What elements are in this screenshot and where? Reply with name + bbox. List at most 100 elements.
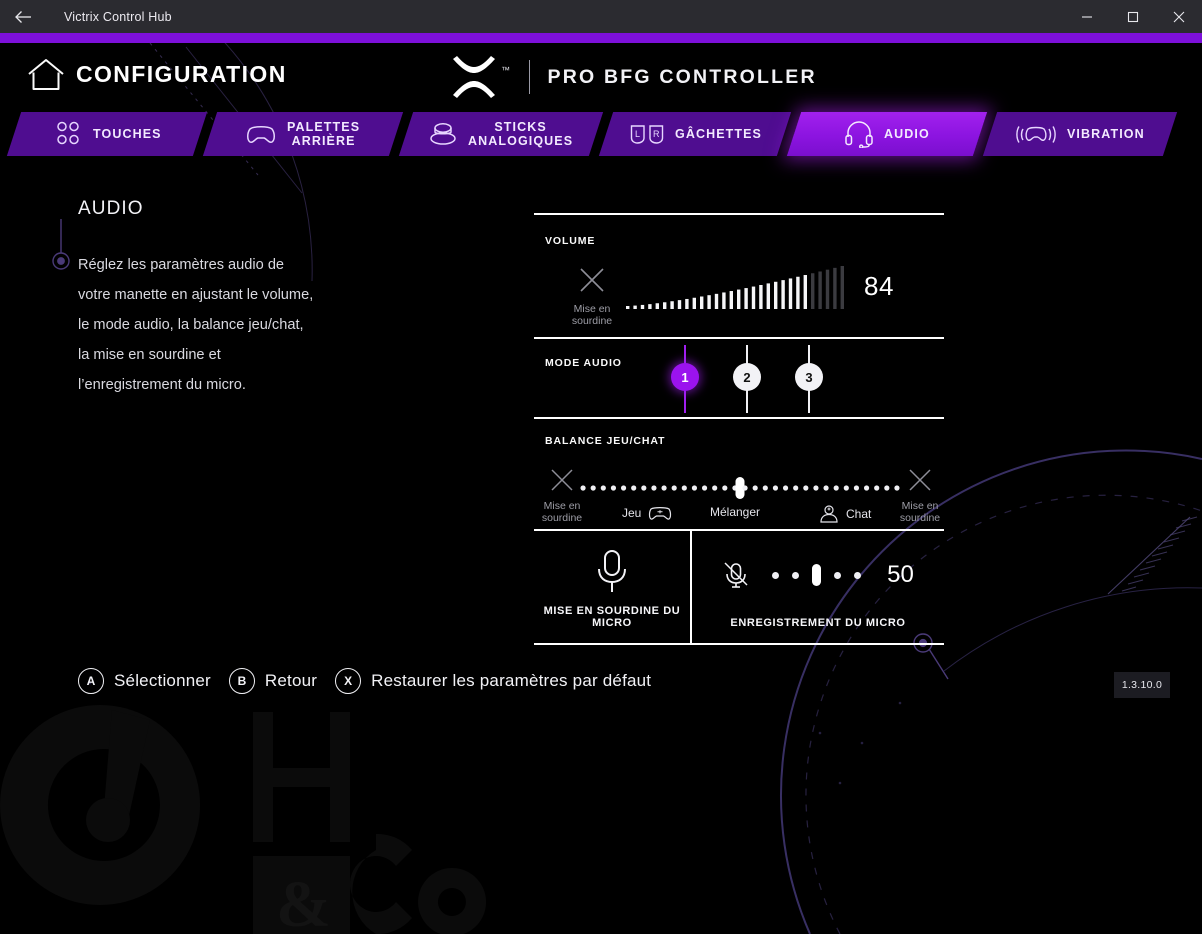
- balance-dot: [874, 485, 880, 491]
- tab-gachettes-label: GÂCHETTES: [674, 127, 762, 141]
- audio-mode-option-3[interactable]: 3: [788, 345, 830, 413]
- balance-dot: [631, 485, 637, 491]
- audio-mode-option-2-label: 2: [733, 363, 761, 391]
- minimize-icon[interactable]: [1064, 0, 1110, 33]
- mic-mute-caption: MISE EN SOURDINE DU MICRO: [543, 605, 681, 629]
- balance-dot: [701, 485, 708, 491]
- mute-x-icon: [580, 268, 604, 292]
- audio-settings-panel: VOLUME Mise ensourdine 84 MODE AUDIO 1: [534, 213, 944, 645]
- mic-record-caption: ENREGISTREMENT DU MICRO: [730, 617, 906, 629]
- tab-audio[interactable]: AUDIO: [786, 112, 988, 156]
- volume-bar: [633, 305, 637, 309]
- audio-mode-option-2[interactable]: 2: [726, 345, 768, 413]
- volume-bar: [685, 298, 689, 309]
- mic-record-dot: [854, 571, 862, 579]
- volume-bar: [729, 291, 733, 309]
- balance-dot: [813, 485, 819, 491]
- button-b-icon: B: [228, 668, 255, 694]
- volume-bar: [655, 303, 659, 309]
- volume-bar: [737, 289, 741, 309]
- analog-stick-icon: [428, 121, 458, 147]
- volume-bar: [796, 276, 800, 309]
- volume-bar: [774, 281, 778, 309]
- tab-sticks-analogiques[interactable]: STICKS ANALOGIQUES: [398, 112, 604, 156]
- audio-mode-option-1[interactable]: 1: [664, 345, 706, 413]
- accent-bar: [0, 33, 1202, 43]
- balance-dot: [600, 485, 606, 491]
- balance-slider[interactable]: [578, 477, 902, 499]
- volume-bar: [714, 293, 719, 309]
- balance-dot: [772, 485, 779, 491]
- volume-bar: [707, 295, 711, 309]
- volume-section: VOLUME Mise en sourdine 84: [534, 215, 944, 337]
- balance-dot: [803, 485, 809, 491]
- hint-select[interactable]: A Sélectionner: [78, 668, 211, 694]
- button-x-icon: X: [335, 668, 362, 694]
- balance-dot: [641, 485, 647, 491]
- tab-touches[interactable]: TOUCHES: [6, 112, 208, 156]
- mic-record-slider[interactable]: [772, 564, 862, 586]
- balance-dot: [884, 485, 890, 491]
- balance-dot: [651, 485, 657, 491]
- tab-vibration[interactable]: VIBRATION: [982, 112, 1178, 156]
- mic-record-dot: [792, 571, 800, 579]
- maximize-icon[interactable]: [1110, 0, 1156, 33]
- balance-dot: [620, 485, 627, 491]
- hint-back[interactable]: B Retour: [228, 668, 317, 694]
- svg-text:R: R: [653, 129, 660, 139]
- app-window: & Victrix Control Hub CONFIGURATION ™ PR…: [0, 0, 1202, 934]
- balance-dot: [580, 485, 586, 491]
- balance-dot: [712, 485, 718, 491]
- home-icon[interactable]: [26, 57, 66, 98]
- volume-bar: [640, 304, 645, 309]
- description-heading: AUDIO: [78, 198, 144, 219]
- volume-bar: [833, 267, 837, 309]
- volume-bar: [825, 269, 830, 309]
- balance-dot: [661, 485, 667, 491]
- audio-mode-options: 1 2 3: [664, 345, 854, 413]
- volume-bar: [677, 300, 682, 309]
- page-header: CONFIGURATION ™ PRO BFG CONTROLLER: [0, 43, 1202, 111]
- mic-record-control[interactable]: 50 ENREGISTREMENT DU MICRO: [690, 531, 944, 643]
- tab-gachettes[interactable]: L R GÂCHETTES: [598, 112, 792, 156]
- watermark-logo: &: [0, 705, 487, 934]
- balance-dot: [823, 485, 829, 491]
- balance-dot: [762, 485, 768, 491]
- volume-bar: [626, 306, 630, 309]
- mute-x-icon: [551, 469, 573, 491]
- vibration-controller-icon: [1015, 122, 1057, 146]
- balance-dot: [742, 485, 748, 491]
- balance-dot: [863, 485, 870, 491]
- balance-dot: [853, 485, 860, 491]
- balance-dot: [782, 485, 789, 491]
- volume-bar: [751, 286, 756, 309]
- svg-text:&: &: [276, 868, 331, 934]
- mic-record-row: 50: [692, 561, 944, 589]
- microphone-muted-icon: [724, 562, 748, 588]
- balance-dot: [833, 485, 839, 491]
- mic-mute-button[interactable]: MISE EN SOURDINE DU MICRO: [534, 531, 690, 643]
- gamepad-icon: [649, 507, 672, 520]
- audio-mode-section: MODE AUDIO 1 2 3: [534, 339, 944, 417]
- volume-mute-label: Mise en sourdine: [571, 303, 613, 327]
- victrix-x-logo-icon: [453, 56, 495, 98]
- hint-select-label: Sélectionner: [114, 671, 211, 690]
- tab-palettes-arriere[interactable]: PALETTES ARRIÈRE: [202, 112, 404, 156]
- balance-mix-label: Mélanger: [710, 505, 761, 519]
- close-icon[interactable]: [1156, 0, 1202, 33]
- mic-record-thumb[interactable]: [812, 564, 822, 586]
- volume-bar: [759, 284, 763, 309]
- balance-dot: [681, 485, 687, 491]
- volume-slider[interactable]: [626, 263, 844, 309]
- volume-bar: [692, 297, 696, 309]
- balance-mute-right-button[interactable]: Mise en sourdine: [892, 467, 948, 524]
- volume-mute-button[interactable]: Mise en sourdine: [564, 265, 620, 327]
- tab-sticks-analogiques-label: STICKS ANALOGIQUES: [468, 120, 574, 148]
- hint-restore-defaults[interactable]: X Restaurer les paramètres par défaut: [335, 668, 651, 694]
- volume-bar: [670, 301, 674, 309]
- back-arrow-icon[interactable]: [0, 0, 46, 33]
- description-body: Réglez les paramètres audio de votre man…: [78, 257, 314, 393]
- mute-x-icon: [909, 469, 931, 491]
- headset-icon: [844, 120, 874, 148]
- microphone-icon: [534, 549, 690, 595]
